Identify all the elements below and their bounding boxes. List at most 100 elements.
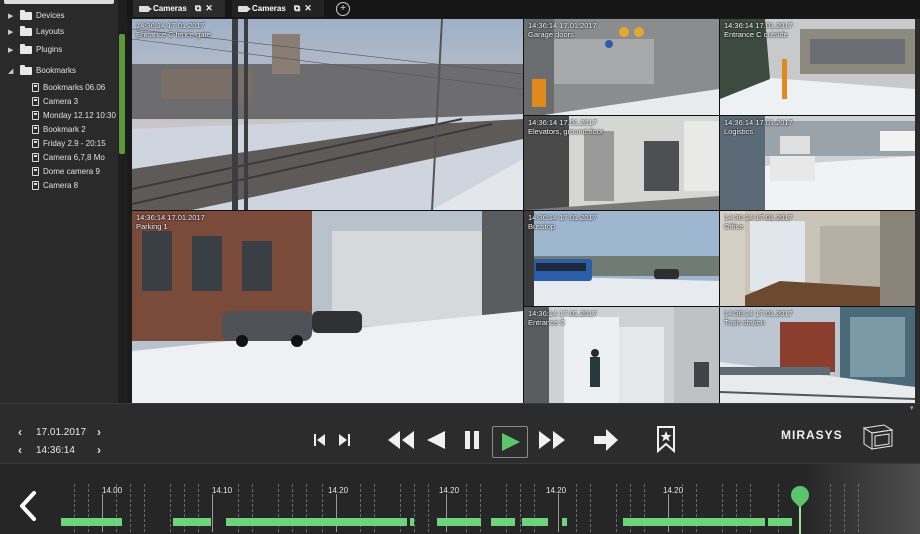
bookmark-item[interactable]: Camera 6,7,8 Mo: [32, 153, 105, 162]
close-icon[interactable]: ✕: [304, 3, 312, 14]
camera-tile-office[interactable]: 14:36:14 17.01.2017 Office: [720, 211, 915, 306]
bookmark-label: Monday 12.12 10:30: [43, 111, 116, 120]
step-frame-button[interactable]: [311, 431, 353, 449]
camera-timestamp: 14:36:14 17.01.2017: [528, 309, 597, 318]
bookmark-label: Bookmarks 06.06: [43, 83, 106, 92]
camera-tile-entrance-c[interactable]: 14:36:14 17.01.2017 Entrance C: [524, 307, 719, 403]
camera-icon: [139, 5, 152, 12]
camera-timestamp: 14:36:14 17.01.2017: [136, 21, 205, 30]
timeline-tick-label: 14.20: [663, 486, 684, 495]
play-reverse-button[interactable]: [425, 429, 447, 451]
chevron-left-icon[interactable]: ‹: [18, 443, 22, 457]
pause-button[interactable]: [462, 429, 482, 451]
bookmark-label: Camera 8: [43, 181, 79, 190]
recording-segment[interactable]: [437, 518, 481, 526]
sidebar-scrollbar-thumb[interactable]: [119, 34, 125, 154]
camera-overlay: 14:36:14 17.01.2017 Elevators, ground fl…: [528, 118, 603, 136]
close-icon[interactable]: ✕: [205, 3, 213, 14]
camera-name: Entrance C outside: [724, 30, 788, 39]
go-to-live-button[interactable]: [592, 428, 620, 452]
camera-name: Garage doors: [528, 30, 574, 39]
bookmark-label: Bookmark 2: [43, 125, 86, 134]
recording-segment[interactable]: [623, 518, 765, 526]
expand-arrow-icon[interactable]: ▶: [8, 12, 16, 20]
timeline-tick-label: 14.00: [102, 486, 123, 495]
camera-overlay: 14:36:14 17.01.2017 Train station: [724, 309, 793, 327]
timeline-track[interactable]: 14.00 14.10 14.20 14.20 14.20 14.20: [60, 464, 920, 534]
date-display[interactable]: 17.01.2017: [36, 427, 86, 438]
sidebar-item-layouts[interactable]: ▶ Layouts: [8, 25, 64, 36]
detach-icon[interactable]: ⧉: [195, 3, 201, 14]
chevron-right-icon[interactable]: ›: [97, 443, 101, 457]
bookmark-icon: [32, 139, 39, 148]
recording-segment[interactable]: [562, 518, 567, 526]
recording-segment[interactable]: [410, 518, 414, 526]
add-bookmark-button[interactable]: [655, 425, 677, 453]
camera-overlay: 14:36:14 17.01.2017 Busstop: [528, 213, 597, 231]
sidebar-search-input[interactable]: [4, 0, 114, 4]
bookmark-item[interactable]: Friday 2.9 - 20:15: [32, 139, 106, 148]
chevron-left-icon[interactable]: ‹: [18, 425, 22, 439]
camera-tile-entrance-c-fence-gate[interactable]: 14:36:14 17.01.2017 Entrance C fence gat…: [132, 19, 523, 210]
time-display[interactable]: 14:36:14: [36, 445, 75, 456]
bookmark-label: Friday 2.9 - 20:15: [43, 139, 106, 148]
camera-overlay: 14:36:14 17.01.2017 Garage doors: [528, 21, 597, 39]
tab-cameras-2[interactable]: Cameras ⧉ ✕: [232, 0, 324, 17]
fast-forward-button[interactable]: [537, 429, 567, 451]
expand-arrow-icon[interactable]: ▶: [8, 28, 16, 36]
camera-tile-garage-doors[interactable]: 14:36:14 17.01.2017 Garage doors: [524, 19, 719, 115]
fast-rewind-button[interactable]: [386, 429, 416, 451]
camera-timestamp: 14:36:14 17.01.2017: [528, 118, 597, 127]
bookmark-item[interactable]: Dome camera 9: [32, 167, 100, 176]
recording-segment[interactable]: [173, 518, 211, 526]
recording-segment[interactable]: [768, 518, 792, 526]
grid-scrollbar[interactable]: [915, 19, 920, 403]
bookmark-item[interactable]: Camera 3: [32, 97, 78, 106]
timeline-back-icon[interactable]: [16, 490, 40, 522]
tab-bar: Cameras ⧉ ✕ Cameras ⧉ ✕ +: [127, 0, 920, 18]
camera-tile-parking-1[interactable]: 14:36:14 17.01.2017 Parking 1: [132, 211, 523, 403]
collapse-panel-icon[interactable]: ▾: [910, 404, 916, 412]
recording-segment[interactable]: [522, 518, 548, 526]
sidebar-scrollbar[interactable]: [118, 0, 127, 403]
expand-arrow-icon[interactable]: ▶: [8, 46, 16, 54]
camera-tile-entrance-c-outside[interactable]: 14:36:14 17.01.2017 Entrance C outside: [720, 19, 915, 115]
play-button[interactable]: [492, 426, 528, 458]
camera-tile-logistics[interactable]: 14:36:14 17.01.2017 Logistics: [720, 116, 915, 210]
camera-name: Entrance C: [528, 318, 566, 327]
sidebar-item-plugins[interactable]: ▶ Plugins: [8, 43, 62, 54]
sidebar-item-bookmarks[interactable]: ◢ Bookmarks: [8, 64, 77, 75]
camera-tile-busstop[interactable]: 14:36:14 17.01.2017 Busstop: [524, 211, 719, 306]
tab-cameras-1[interactable]: Cameras ⧉ ✕: [133, 0, 225, 17]
sidebar-item-label: Bookmarks: [36, 66, 77, 75]
camera-name: Office: [724, 222, 744, 231]
collapse-arrow-icon[interactable]: ◢: [8, 67, 16, 75]
major-tick: [212, 494, 213, 532]
play-icon: [502, 433, 520, 451]
camera-tile-train-station[interactable]: 14:36:14 17.01.2017 Train station: [720, 307, 915, 403]
tab-label: Cameras: [153, 4, 187, 13]
timeline[interactable]: 14.00 14.10 14.20 14.20 14.20 14.20: [0, 463, 920, 534]
recording-segment[interactable]: [226, 518, 407, 526]
bookmark-icon: [32, 97, 39, 106]
fast-forward-icon: [539, 431, 565, 449]
brand-logo-icon: [862, 424, 894, 450]
chevron-right-icon[interactable]: ›: [97, 425, 101, 439]
camera-icon: [238, 5, 251, 12]
camera-tile-elevators-ground-floor[interactable]: 14:36:14 17.01.2017 Elevators, ground fl…: [524, 116, 719, 210]
sidebar-item-devices[interactable]: ▶ Devices: [8, 9, 65, 20]
bookmark-star-icon: [657, 426, 675, 453]
add-tab-icon[interactable]: +: [336, 2, 350, 16]
bookmark-item[interactable]: Bookmark 2: [32, 125, 86, 134]
recording-segment[interactable]: [61, 518, 122, 526]
bookmark-item[interactable]: Monday 12.12 10:30: [32, 111, 116, 120]
camera-overlay: 14:36:14 17.01.2017 Entrance C fence gat…: [136, 21, 211, 39]
detach-icon[interactable]: ⧉: [294, 3, 300, 14]
recording-segment[interactable]: [491, 518, 515, 526]
timeline-tick-label: 14.20: [546, 486, 567, 495]
sidebar-item-label: Devices: [36, 11, 65, 20]
camera-feed-image: [132, 211, 523, 403]
camera-timestamp: 14:36:14 17.01.2017: [528, 21, 597, 30]
bookmark-item[interactable]: Bookmarks 06.06: [32, 83, 105, 92]
bookmark-item[interactable]: Camera 8: [32, 181, 78, 190]
